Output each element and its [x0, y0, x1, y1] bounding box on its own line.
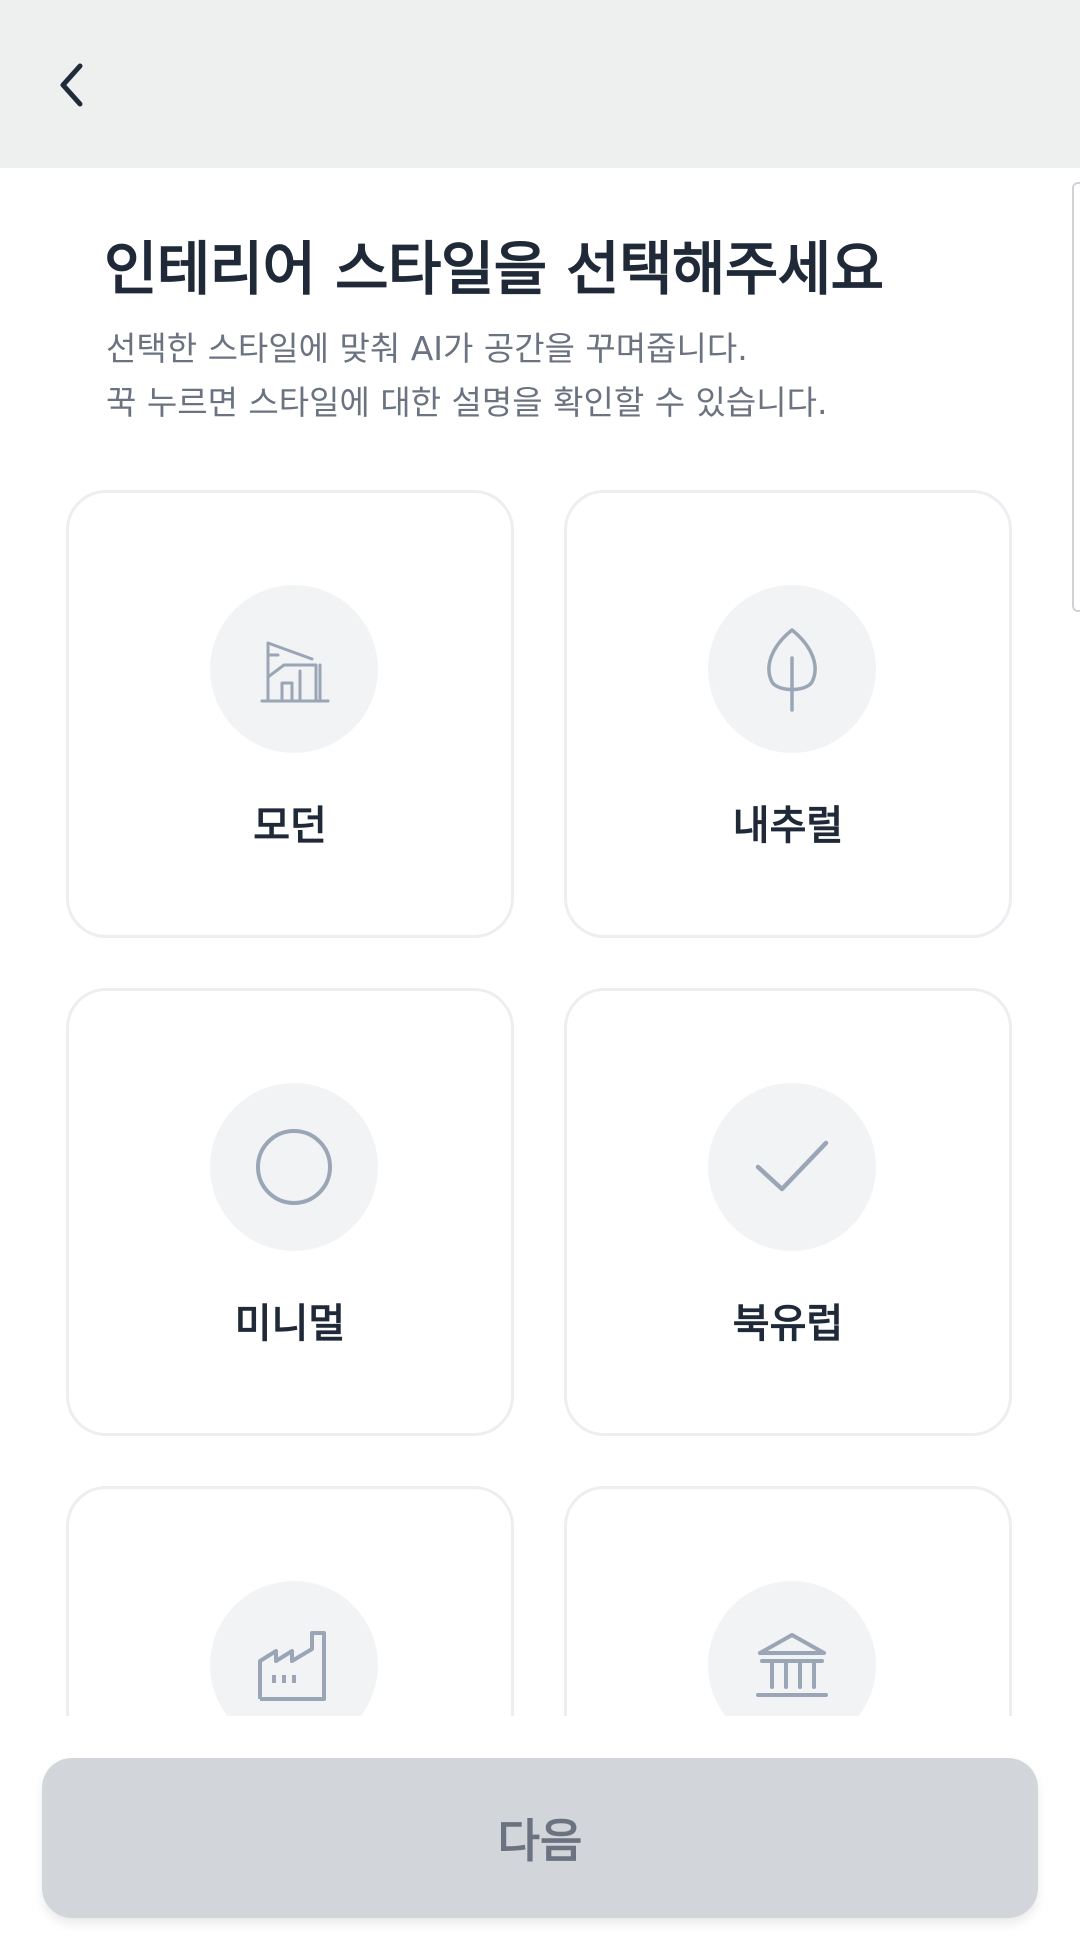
factory-icon — [258, 1631, 326, 1701]
style-card-natural[interactable]: 내추럴 — [564, 490, 1012, 938]
style-label: 모던 — [253, 803, 327, 849]
next-button[interactable]: 다음 — [42, 1758, 1038, 1918]
style-grid: 모던 내추럴 미니멀 북유럽 — [0, 480, 1080, 1716]
check-icon — [755, 1140, 829, 1192]
classic-building-icon — [756, 1633, 828, 1697]
style-card-nordic[interactable]: 북유럽 — [564, 988, 1012, 1436]
style-card-classic[interactable] — [564, 1486, 1012, 1716]
page-subtitle: 선택한 스타일에 맞춰 AI가 공간을 꾸며줍니다. 꾹 누르면 스타일에 대한… — [106, 322, 827, 430]
chevron-left-icon — [60, 63, 83, 107]
icon-circle — [210, 585, 378, 753]
back-button[interactable] — [38, 50, 108, 120]
style-card-industrial[interactable] — [66, 1486, 514, 1716]
modern-house-icon — [260, 641, 330, 703]
style-card-minimal[interactable]: 미니멀 — [66, 988, 514, 1436]
icon-circle — [708, 1083, 876, 1251]
subtitle-line-2: 꾹 누르면 스타일에 대한 설명을 확인할 수 있습니다. — [106, 383, 828, 422]
leaf-icon — [767, 628, 817, 712]
icon-circle — [210, 1083, 378, 1251]
style-card-modern[interactable]: 모던 — [66, 490, 514, 938]
style-label: 미니멀 — [234, 1301, 346, 1347]
circle-icon — [256, 1129, 332, 1205]
icon-circle — [708, 1581, 876, 1716]
icon-circle — [708, 585, 876, 753]
style-label: 내추럴 — [732, 803, 844, 849]
top-app-bar — [0, 0, 1080, 168]
page-title: 인테리어 스타일을 선택해주세요 — [104, 235, 884, 303]
icon-circle — [210, 1581, 378, 1716]
subtitle-line-1: 선택한 스타일에 맞춰 AI가 공간을 꾸며줍니다. — [106, 329, 748, 368]
style-label: 북유럽 — [732, 1301, 844, 1347]
